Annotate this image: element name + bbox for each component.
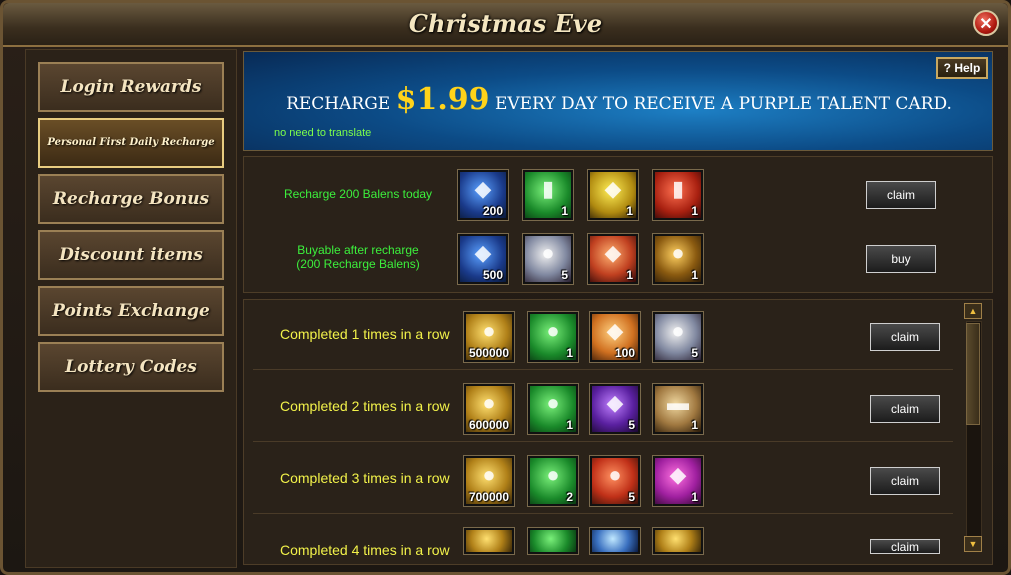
magenta-crystal-icon[interactable]: ◆ 1 [652, 455, 704, 507]
scroll-down-icon[interactable]: ▼ [964, 536, 982, 552]
claim-button[interactable]: claim [870, 539, 940, 554]
green-ticket-icon[interactable]: ▮ 1 [522, 169, 574, 221]
gold-coin-icon[interactable]: ● 500000 [463, 311, 515, 363]
red-gem-icon[interactable]: ◆ 1 [587, 233, 639, 285]
claim-button[interactable]: claim [870, 323, 940, 351]
blue-crystal-icon[interactable]: ◆ 500 [457, 233, 509, 285]
close-icon[interactable]: ✕ [973, 10, 999, 36]
ice-crystal-icon[interactable] [589, 527, 641, 555]
event-window: Christmas Eve ✕ Login Rewards Personal F… [0, 0, 1011, 575]
yellow-gem-icon[interactable]: ◆ 1 [587, 169, 639, 221]
gold-coin-icon[interactable]: ● 600000 [463, 383, 515, 435]
claim-button[interactable]: claim [870, 395, 940, 423]
banner-pre: RECHARGE [286, 94, 391, 114]
scroll-icon[interactable]: ▬ 1 [652, 383, 704, 435]
potion-icon[interactable]: ● 1 [652, 233, 704, 285]
silver-coin-icon[interactable]: ● 5 [522, 233, 574, 285]
help-button[interactable]: ? Help [936, 57, 988, 79]
scroll-up-icon[interactable]: ▲ [964, 303, 982, 319]
silver-coin-icon[interactable]: ● 5 [652, 311, 704, 363]
claim-button[interactable]: claim [866, 181, 936, 209]
green-orb-icon[interactable]: ● 2 [527, 455, 579, 507]
row-label: Completed 1 times in a row [280, 326, 450, 342]
sidebar-item-discount-items[interactable]: Discount items [38, 230, 224, 280]
row-label: Buyable after recharge (200 Recharge Bal… [296, 243, 420, 271]
window-title: Christmas Eve [408, 9, 603, 38]
sidebar-item-recharge-bonus[interactable]: Recharge Bonus [38, 174, 224, 224]
gold-coin-icon[interactable]: ● 700000 [463, 455, 515, 507]
sidebar-item-personal-first-daily-recharge[interactable]: Personal First Daily Recharge [38, 118, 224, 168]
scrollbar-thumb[interactable] [966, 323, 980, 425]
row-label: Completed 3 times in a row [280, 470, 450, 486]
peach-icon[interactable]: ● 5 [589, 455, 641, 507]
row-divider [253, 369, 953, 370]
sidebar: Login Rewards Personal First Daily Recha… [25, 49, 237, 568]
row-label: Recharge 200 Balens today [283, 187, 433, 201]
green-orb-icon[interactable]: ● 1 [527, 383, 579, 435]
row-label: Completed 2 times in a row [280, 398, 450, 414]
banner-amount: $1.99 [395, 82, 490, 117]
title-bar: Christmas Eve ✕ [3, 3, 1008, 47]
orange-crystal-icon[interactable]: ◆ 100 [589, 311, 641, 363]
row-divider [253, 441, 953, 442]
banner-note: no need to translate [274, 127, 372, 139]
promo-banner: RECHARGE $1.99 EVERY DAY TO RECEIVE A PU… [243, 51, 993, 151]
green-orb-icon[interactable]: ● 1 [527, 311, 579, 363]
sidebar-item-login-rewards[interactable]: Login Rewards [38, 62, 224, 112]
purple-crystal-icon[interactable]: ◆ 5 [589, 383, 641, 435]
banner-headline: RECHARGE $1.99 EVERY DAY TO RECEIVE A PU… [244, 82, 992, 117]
gold-gem-icon[interactable] [652, 527, 704, 555]
sidebar-item-points-exchange[interactable]: Points Exchange [38, 286, 224, 336]
sidebar-item-lottery-codes[interactable]: Lottery Codes [38, 342, 224, 392]
red-card-icon[interactable]: ▮ 1 [652, 169, 704, 221]
gold-coin-icon[interactable] [463, 527, 515, 555]
row-divider [253, 513, 953, 514]
banner-post: EVERY DAY TO RECEIVE A PURPLE TALENT CAR… [494, 94, 952, 114]
green-orb-icon[interactable] [527, 527, 579, 555]
row-label: Completed 4 times in a row [280, 542, 450, 558]
blue-crystal-icon[interactable]: ◆ 200 [457, 169, 509, 221]
buy-button[interactable]: buy [866, 245, 936, 273]
claim-button[interactable]: claim [870, 467, 940, 495]
